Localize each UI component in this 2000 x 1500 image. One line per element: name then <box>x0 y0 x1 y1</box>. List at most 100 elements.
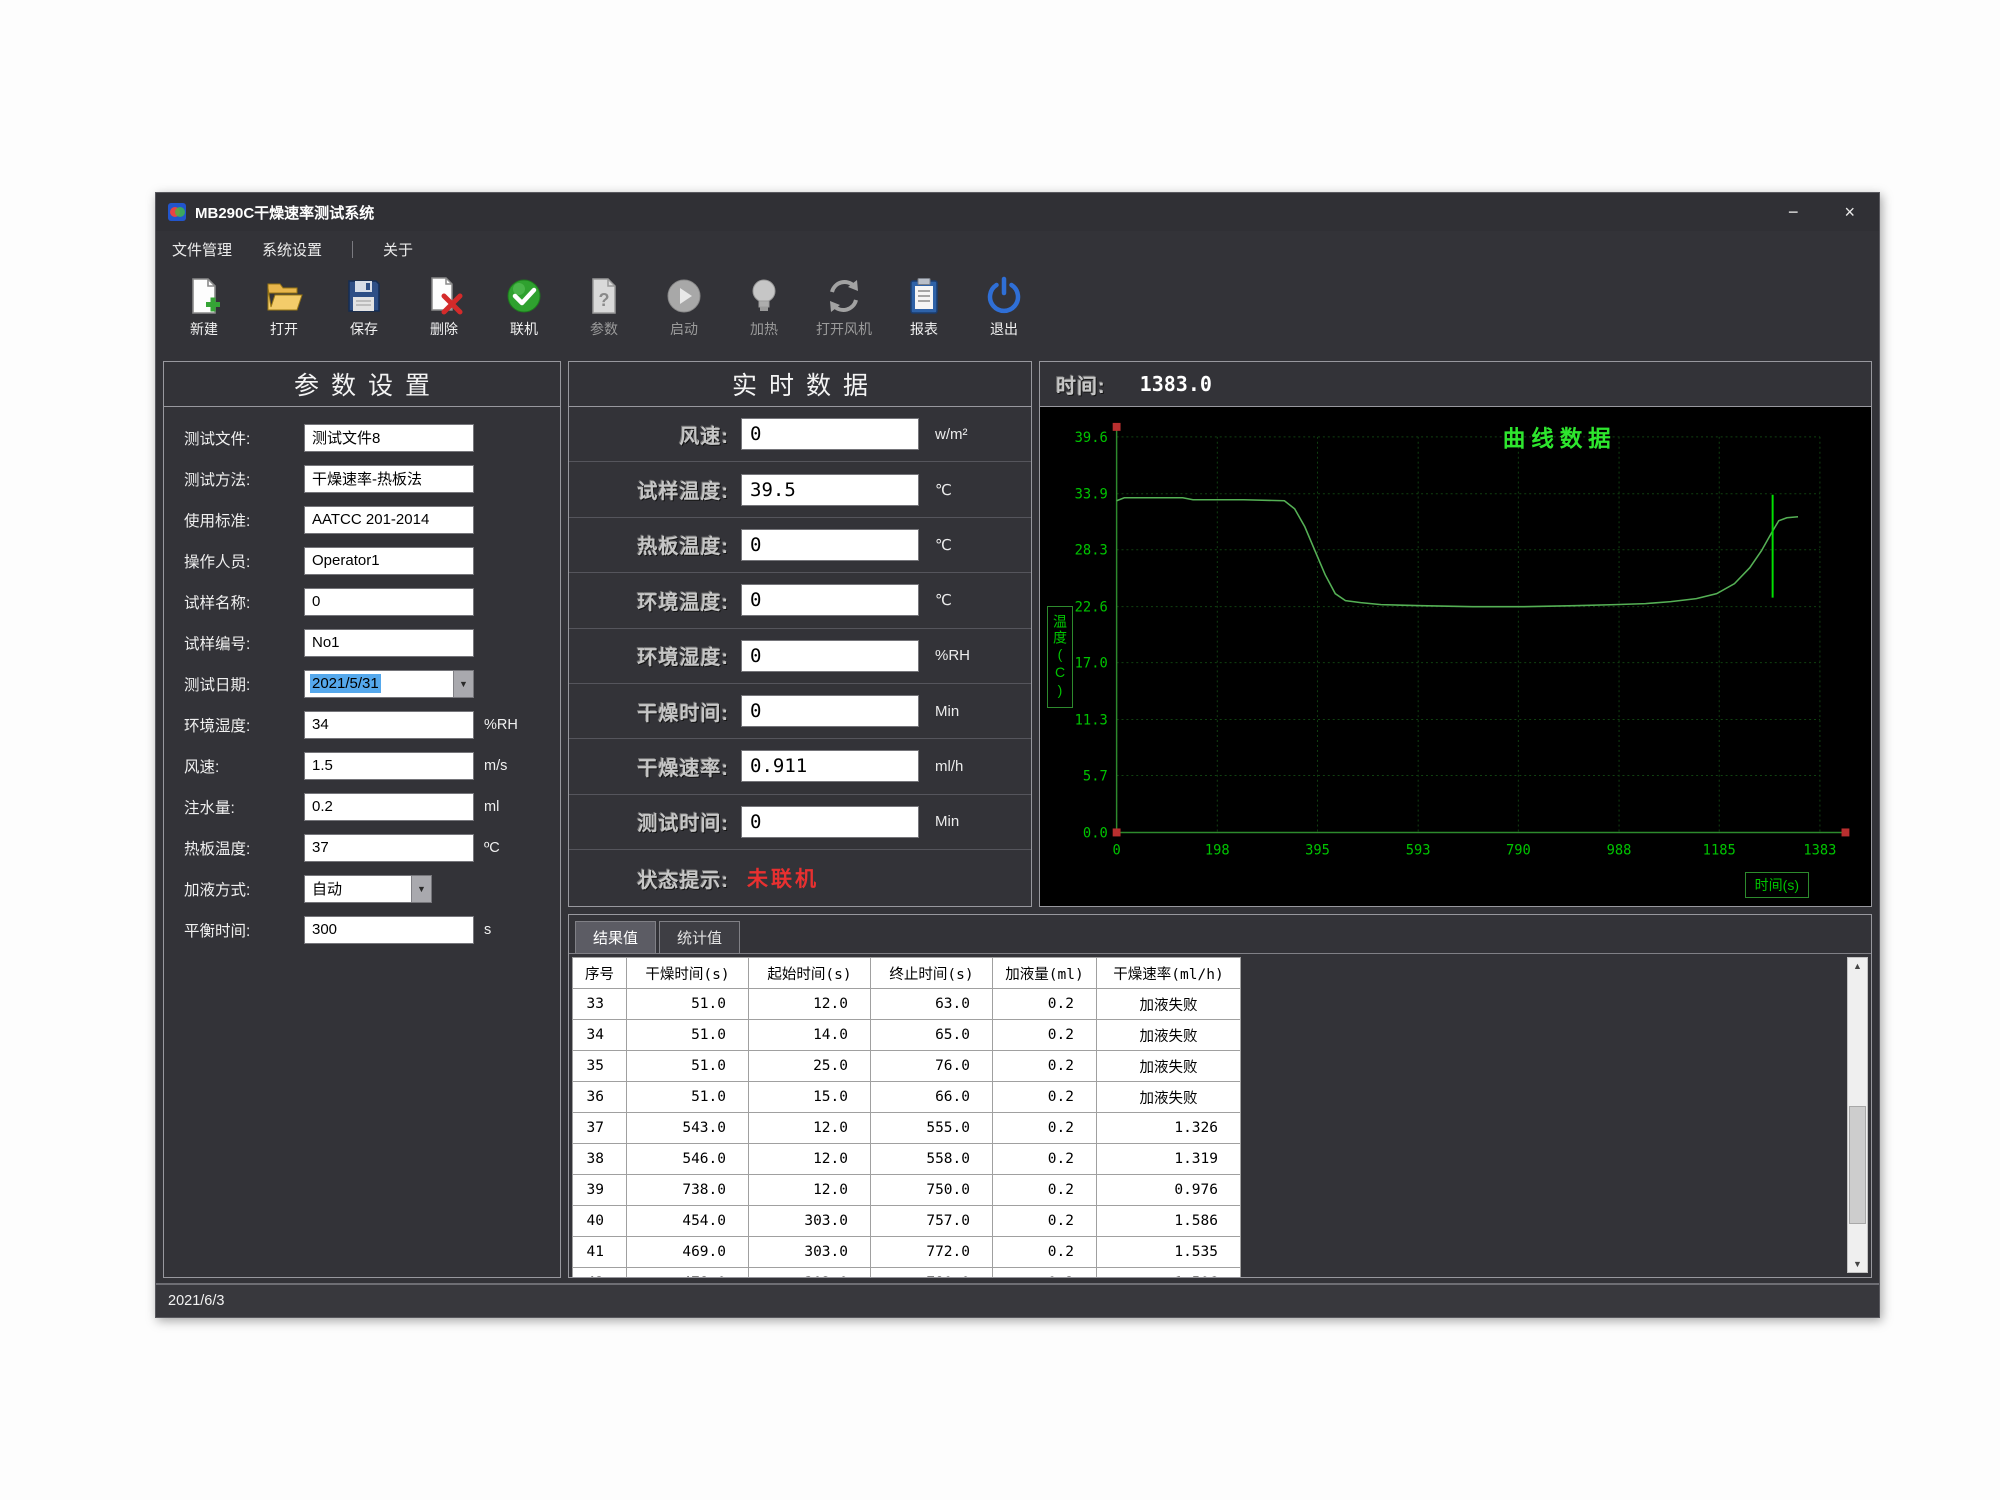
table-row[interactable]: 3451.014.065.00.2加液失败 <box>573 1020 1241 1051</box>
table-cell: 1.535 <box>1097 1237 1241 1268</box>
table-cell: 12.0 <box>749 1175 871 1206</box>
svg-text:11.3: 11.3 <box>1075 712 1108 728</box>
ambient-temp-value[interactable] <box>741 584 919 616</box>
table-cell: 0.2 <box>993 1082 1097 1113</box>
start-play-icon <box>664 276 704 316</box>
hotplate-temp-unit: ºC <box>484 840 500 856</box>
save-button[interactable]: 保存 <box>326 271 402 344</box>
scrollbar-thumb[interactable] <box>1849 1106 1866 1224</box>
table-row[interactable]: 39738.012.0750.00.20.976 <box>573 1175 1241 1206</box>
connect-button[interactable]: 联机 <box>486 271 562 344</box>
menu-bar: 文件管理 系统设置 关于 <box>156 231 1879 267</box>
table-row[interactable]: 3651.015.066.00.2加液失败 <box>573 1082 1241 1113</box>
standard-row: 使用标准: <box>164 499 560 540</box>
menu-file-management[interactable]: 文件管理 <box>172 239 232 260</box>
dosing-mode-value: 自动 <box>310 877 344 900</box>
table-cell: 302.0 <box>749 1268 871 1278</box>
drying-rate-value[interactable] <box>741 750 919 782</box>
table-cell: 15.0 <box>749 1082 871 1113</box>
test-time-unit: Min <box>935 813 959 830</box>
svg-text:395: 395 <box>1305 842 1330 858</box>
delete-button[interactable]: 删除 <box>406 271 482 344</box>
table-cell: 1.319 <box>1097 1144 1241 1175</box>
table-cell: 454.0 <box>627 1206 749 1237</box>
sample-number-input[interactable] <box>304 629 474 657</box>
balance-time-input[interactable] <box>304 916 474 944</box>
test-date-input[interactable]: 2021/5/31 ▼ <box>304 670 474 698</box>
injection-volume-input[interactable] <box>304 793 474 821</box>
menu-system-settings[interactable]: 系统设置 <box>262 239 322 260</box>
statistics-tab[interactable]: 统计值 <box>659 921 740 953</box>
heat-bulb-icon <box>744 276 784 316</box>
table-cell: 12.0 <box>749 1113 871 1144</box>
drying-time-value[interactable] <box>741 695 919 727</box>
svg-text:28.3: 28.3 <box>1075 543 1108 559</box>
table-cell: 12.0 <box>749 989 871 1020</box>
time-value: 1383.0 <box>1140 372 1212 396</box>
scroll-down-icon[interactable]: ▼ <box>1853 1256 1862 1272</box>
ambient-humidity-input[interactable] <box>304 711 474 739</box>
report-button[interactable]: 报表 <box>886 271 962 344</box>
table-cell: 38 <box>573 1144 627 1175</box>
operator-input[interactable] <box>304 547 474 575</box>
dosing-mode-input[interactable]: 自动 ▼ <box>304 875 432 903</box>
sample-name-input[interactable] <box>304 588 474 616</box>
wind-speed-input[interactable] <box>304 752 474 780</box>
results-tab[interactable]: 结果值 <box>575 921 656 953</box>
connect-check-icon <box>504 276 544 316</box>
chevron-down-icon[interactable]: ▼ <box>453 671 473 697</box>
table-scrollbar[interactable]: ▲ ▼ <box>1847 957 1868 1273</box>
test-method-row: 测试方法: <box>164 458 560 499</box>
standard-label: 使用标准: <box>184 509 304 531</box>
close-button[interactable]: × <box>1844 203 1855 221</box>
chevron-down-icon[interactable]: ▼ <box>411 876 431 902</box>
table-cell: 66.0 <box>871 1082 993 1113</box>
table-cell: 555.0 <box>871 1113 993 1144</box>
menu-about[interactable]: 关于 <box>383 239 413 260</box>
toolbar-button-label: 参数 <box>590 319 618 339</box>
test-date-value: 2021/5/31 <box>310 674 381 693</box>
new-button[interactable]: 新建 <box>166 271 242 344</box>
table-cell: 51.0 <box>627 1020 749 1051</box>
hotplate-temp-row: 热板温度:℃ <box>569 518 1031 573</box>
table-cell: 34 <box>573 1020 627 1051</box>
table-cell: 36 <box>573 1082 627 1113</box>
table-cell: 加液失败 <box>1097 1020 1241 1051</box>
test-method-input[interactable] <box>304 465 474 493</box>
fan-icon <box>824 276 864 316</box>
hotplate-temp-value[interactable] <box>741 529 919 561</box>
ambient-humidity-value[interactable] <box>741 640 919 672</box>
toolbar-button-label: 加热 <box>750 319 778 339</box>
results-table-wrap: 序号干燥时间(s)起始时间(s)终止时间(s)加液量(ml)干燥速率(ml/h)… <box>569 954 1871 1277</box>
wind-speed-value[interactable] <box>741 418 919 450</box>
chart-header: 时间: 1383.0 <box>1040 362 1871 407</box>
table-row[interactable]: 41469.0303.0772.00.21.535 <box>573 1237 1241 1268</box>
status-date: 2021/6/3 <box>168 1293 224 1309</box>
test-time-value[interactable] <box>741 806 919 838</box>
table-row[interactable]: 40454.0303.0757.00.21.586 <box>573 1206 1241 1237</box>
sample-temp-value[interactable] <box>741 474 919 506</box>
table-row[interactable]: 37543.012.0555.00.21.326 <box>573 1113 1241 1144</box>
open-button[interactable]: 打开 <box>246 271 322 344</box>
operator-label: 操作人员: <box>184 550 304 572</box>
table-row[interactable]: 3351.012.063.00.2加液失败 <box>573 989 1241 1020</box>
power-icon <box>984 276 1024 316</box>
table-cell: 1.326 <box>1097 1113 1241 1144</box>
window-controls: − × <box>1788 203 1867 221</box>
exit-button[interactable]: 退出 <box>966 271 1042 344</box>
table-row[interactable]: 38546.012.0558.00.21.319 <box>573 1144 1241 1175</box>
toolbar-button-label: 报表 <box>910 319 938 339</box>
chart-canvas[interactable]: 0.05.711.317.022.628.333.939.60198395593… <box>1040 407 1871 906</box>
scroll-up-icon[interactable]: ▲ <box>1853 958 1862 974</box>
table-cell: 772.0 <box>871 1237 993 1268</box>
test-file-input[interactable] <box>304 424 474 452</box>
ambient-humidity-unit: %RH <box>484 717 518 733</box>
column-header: 序号 <box>573 958 627 989</box>
hotplate-temp-input[interactable] <box>304 834 474 862</box>
table-row[interactable]: 3551.025.076.00.2加液失败 <box>573 1051 1241 1082</box>
window-title: MB290C干燥速率测试系统 <box>195 202 374 223</box>
standard-input[interactable] <box>304 506 474 534</box>
minimize-button[interactable]: − <box>1788 203 1799 221</box>
table-row[interactable]: 42478.0302.0780.00.21.506 <box>573 1268 1241 1278</box>
test-file-label: 测试文件: <box>184 427 304 449</box>
